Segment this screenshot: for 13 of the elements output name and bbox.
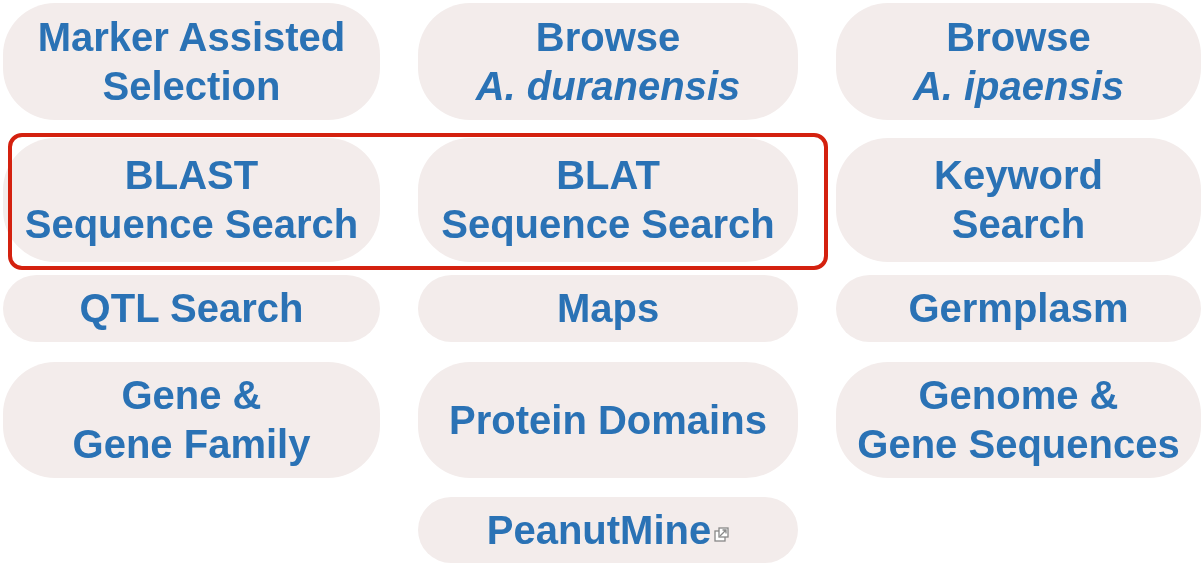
tool-button[interactable]: Browse A. duranensis	[418, 3, 798, 120]
tool-button[interactable]: PeanutMine	[418, 497, 798, 563]
tool-button[interactable]: Gene & Gene Family	[3, 362, 380, 478]
tool-button[interactable]: Marker Assisted Selection	[3, 3, 380, 120]
tool-button[interactable]: Genome & Gene Sequences	[836, 362, 1201, 478]
tool-button[interactable]: Maps	[418, 275, 798, 342]
tool-button[interactable]: QTL Search	[3, 275, 380, 342]
tool-button[interactable]: Browse A. ipaensis	[836, 3, 1201, 120]
tool-button[interactable]: Germplasm	[836, 275, 1201, 342]
tool-button[interactable]: BLAT Sequence Search	[418, 138, 798, 262]
tool-button[interactable]: Protein Domains	[418, 362, 798, 478]
tool-button[interactable]: Keyword Search	[836, 138, 1201, 262]
tool-button[interactable]: BLAST Sequence Search	[3, 138, 380, 262]
